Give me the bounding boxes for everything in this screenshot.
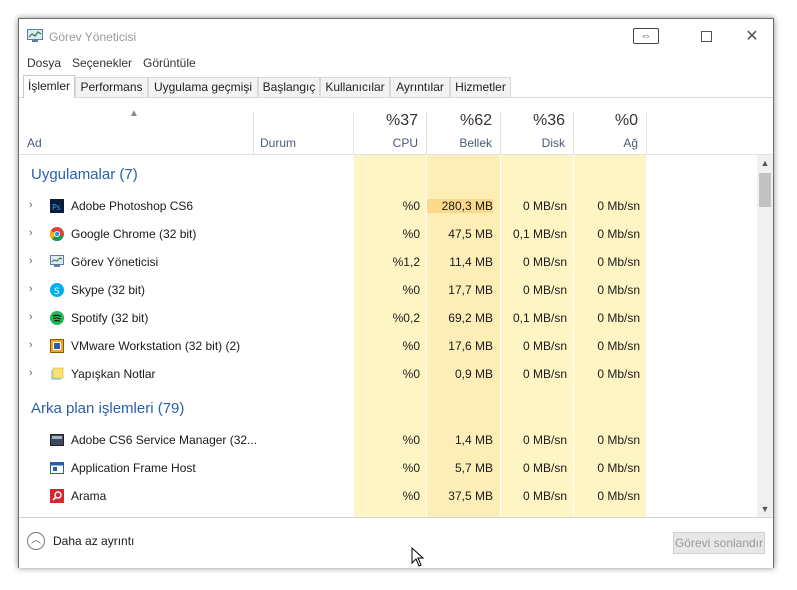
end-task-button[interactable]: Görevi sonlandır (673, 532, 765, 554)
table-row[interactable]: › Yapışkan Notlar %0 0,9 MB 0 MB/sn 0 Mb… (19, 360, 757, 388)
scroll-down-icon[interactable]: ▼ (757, 501, 773, 517)
chevron-up-icon[interactable]: ︿ (27, 532, 45, 550)
chevron-right-icon[interactable]: › (29, 367, 33, 379)
tab-details[interactable]: Ayrıntılar (390, 77, 450, 97)
task-manager-window: Görev Yöneticisi ⇔ ✕ Dosya Seçenekler Gö… (18, 18, 774, 568)
tab-app-history[interactable]: Uygulama geçmişi (148, 77, 258, 97)
process-list: Uygulamalar (7) › Ps Adobe Photoshop CS6… (19, 155, 757, 517)
sticky-notes-icon (51, 367, 64, 380)
chevron-right-icon[interactable]: › (29, 227, 33, 239)
table-row[interactable]: Arama %0 37,5 MB 0 MB/sn 0 Mb/sn (19, 482, 757, 510)
table-row[interactable]: › Spotify (32 bit) %0,2 69,2 MB 0,1 MB/s… (19, 304, 757, 332)
group-header-apps[interactable]: Uygulamalar (7) (31, 166, 138, 183)
chevron-right-icon[interactable]: › (29, 255, 33, 267)
maximize-icon (700, 30, 712, 42)
skype-icon: S (50, 283, 64, 297)
menu-file[interactable]: Dosya (27, 56, 61, 70)
resize-arrows-icon: ⇔ (633, 28, 659, 44)
table-row[interactable]: › VMware Workstation (32 bit) (2) %0 17,… (19, 332, 757, 360)
close-button[interactable]: ✕ (729, 19, 775, 53)
table-row[interactable]: › S Skype (32 bit) %0 17,7 MB 0 MB/sn 0 … (19, 276, 757, 304)
table-row[interactable]: › Ps Adobe Photoshop CS6 %0 280,3 MB 0 M… (19, 192, 757, 220)
fewer-details-link[interactable]: Daha az ayrıntı (53, 534, 134, 548)
window-title: Görev Yöneticisi (49, 30, 137, 44)
chevron-right-icon[interactable]: › (29, 199, 33, 211)
close-icon: ✕ (745, 28, 759, 45)
tab-strip: İşlemler Performans Uygulama geçmişi Baş… (19, 75, 773, 98)
vertical-scrollbar[interactable]: ▲ ▼ (757, 155, 773, 517)
task-manager-icon (50, 255, 64, 267)
chrome-icon (50, 227, 64, 241)
mouse-cursor-icon (411, 547, 425, 567)
maximize-button[interactable] (683, 19, 729, 53)
task-manager-icon (27, 29, 43, 42)
tab-performance[interactable]: Performans (75, 77, 148, 97)
tab-users[interactable]: Kullanıcılar (320, 77, 390, 97)
group-header-background[interactable]: Arka plan işlemleri (79) (31, 400, 184, 417)
column-disk[interactable]: %36 Disk (501, 98, 573, 154)
tab-services[interactable]: Hizmetler (450, 77, 511, 97)
app-frame-icon (50, 462, 64, 474)
column-status[interactable]: Durum (260, 136, 296, 150)
chevron-right-icon[interactable]: › (29, 339, 33, 351)
column-network[interactable]: %0 Ağ (574, 98, 646, 154)
table-row[interactable]: Application Frame Host %0 5,7 MB 0 MB/sn… (19, 454, 757, 482)
menu-options[interactable]: Seçenekler (72, 56, 132, 70)
svg-text:Ps: Ps (52, 203, 61, 212)
table-row[interactable]: Adobe CS6 Service Manager (32... %0 1,4 … (19, 426, 757, 454)
footer-bar: ︿ Daha az ayrıntı Görevi sonlandır (19, 517, 773, 568)
sort-ascending-icon: ▲ (129, 108, 139, 119)
column-cpu[interactable]: %37 CPU (354, 98, 426, 154)
table-row[interactable]: › Görev Yöneticisi %1,2 11,4 MB 0 MB/sn … (19, 248, 757, 276)
tab-startup[interactable]: Başlangıç (258, 77, 320, 97)
table-row[interactable]: › Google Chrome (32 bit) %0 47,5 MB 0,1 … (19, 220, 757, 248)
column-name[interactable]: Ad (27, 136, 42, 150)
spotify-icon (50, 311, 64, 325)
chevron-right-icon[interactable]: › (29, 283, 33, 295)
scroll-up-icon[interactable]: ▲ (757, 155, 773, 171)
menu-bar: Dosya Seçenekler Görüntüle (19, 53, 773, 73)
chevron-right-icon[interactable]: › (29, 311, 33, 323)
photoshop-icon: Ps (50, 199, 64, 213)
service-manager-icon (50, 434, 64, 446)
title-bar: Görev Yöneticisi ⇔ ✕ (19, 19, 773, 53)
restore-size-button[interactable]: ⇔ (623, 19, 669, 53)
column-memory[interactable]: %62 Bellek (427, 98, 500, 154)
search-icon (50, 489, 64, 503)
column-header: ▲ Ad Durum %37 CPU %62 Bellek %36 Disk %… (19, 98, 773, 155)
svg-text:S: S (54, 287, 60, 297)
scroll-thumb[interactable] (759, 173, 771, 207)
menu-view[interactable]: Görüntüle (143, 56, 196, 70)
vmware-icon (50, 339, 64, 353)
tab-processes[interactable]: İşlemler (23, 75, 75, 98)
